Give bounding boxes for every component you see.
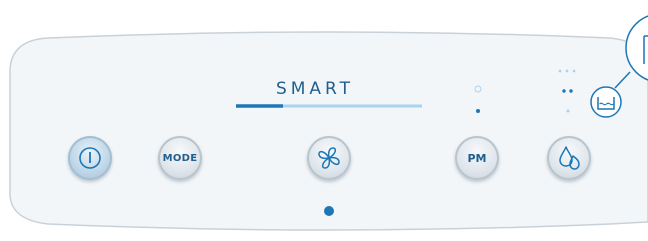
control-panel-body (9, 31, 648, 231)
control-panel-graphics (9, 15, 648, 231)
humidity-button[interactable] (547, 136, 591, 180)
power-button[interactable] (68, 136, 112, 180)
pm-indicator-dot-on (476, 109, 480, 113)
fan-icon (318, 147, 340, 169)
fan-button[interactable] (307, 136, 351, 180)
control-panel-stage: SMART MODE PM (0, 0, 648, 241)
power-icon (79, 147, 101, 169)
water-drops-icon (559, 146, 580, 170)
mode-button-label: MODE (162, 152, 198, 164)
mode-button[interactable]: MODE (158, 136, 202, 180)
pm-button-label: PM (467, 151, 487, 165)
pm-button[interactable]: PM (455, 136, 499, 180)
fan-status-dot (324, 206, 334, 216)
mode-label: SMART (275, 79, 355, 99)
water-tank-icon (590, 86, 622, 118)
